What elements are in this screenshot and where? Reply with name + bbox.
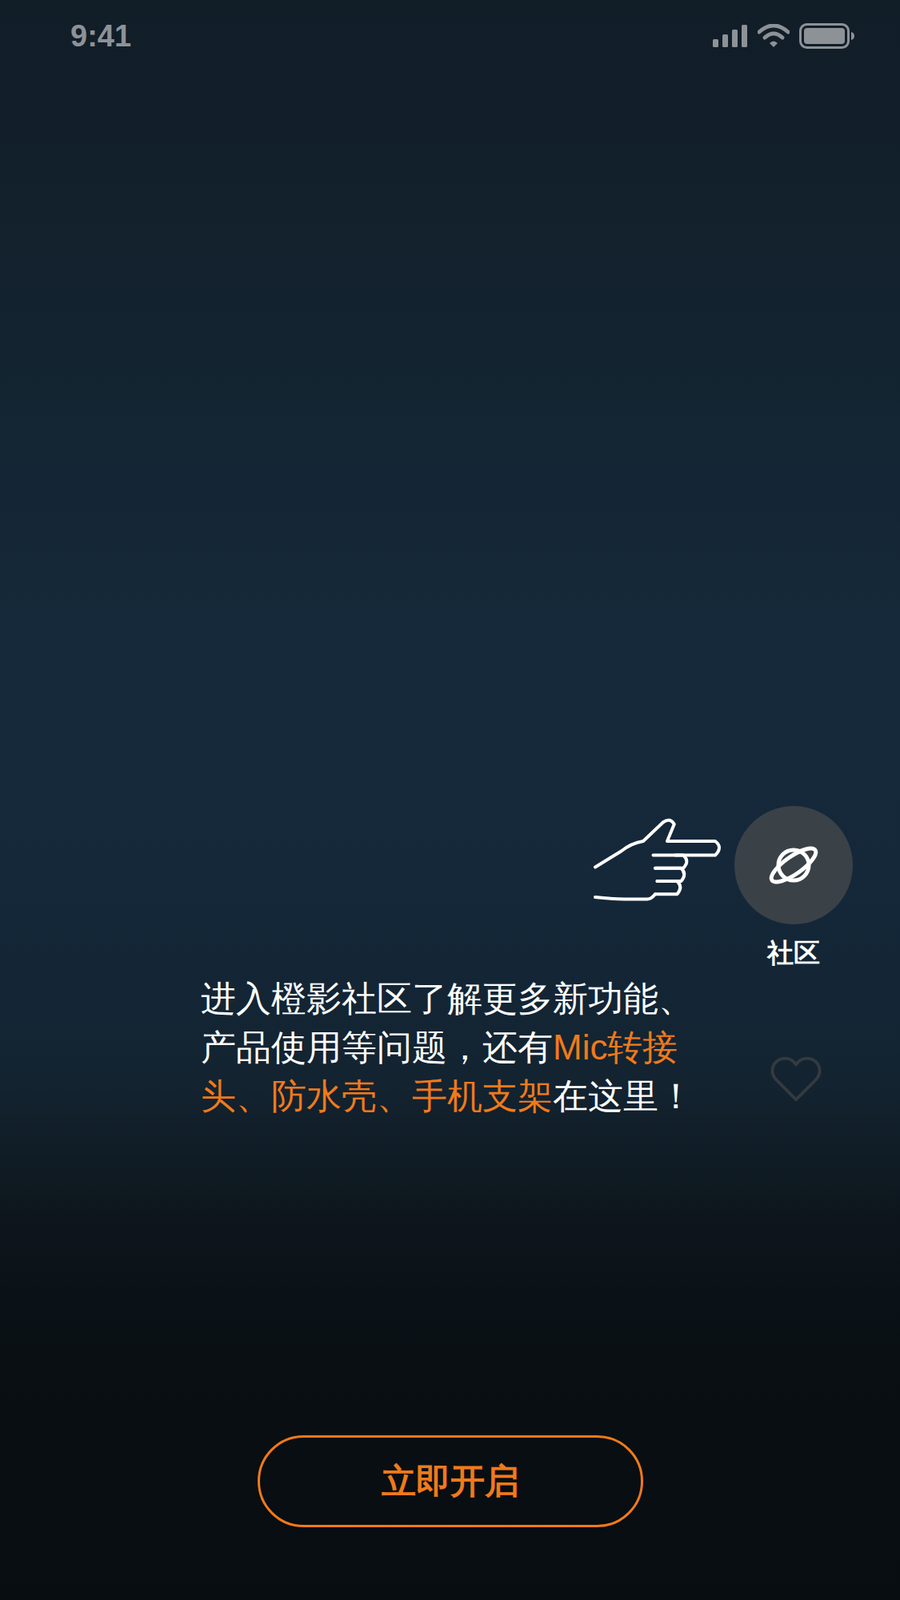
onboarding-screen: 9:41 社区进入橙影社区了解更多新功能、产品使用等问题，还有Mic转接头、防水壳… [0,0,900,1600]
signal-icon [712,24,748,48]
guide-row: 社区 [0,806,900,970]
status-time: 9:41 [70,20,132,52]
status-icons [712,23,856,49]
button-bar: 立即开启 [0,1436,900,1600]
community-label: 社区 [767,937,820,970]
planet-icon [766,838,821,893]
battery-icon [799,23,856,49]
like-button[interactable] [769,1054,823,1104]
wifi-icon [757,24,790,48]
pointing-hand-icon [592,817,727,914]
tip-row: 进入橙影社区了解更多新功能、产品使用等问题，还有Mic转接头、防水壳、手机支架在… [0,974,900,1121]
tip-segment: 在这里！ [552,1076,694,1116]
community-entry[interactable]: 社区 [734,806,853,970]
heart-icon[interactable] [769,1054,823,1104]
tip-text: 进入橙影社区了解更多新功能、产品使用等问题，还有Mic转接头、防水壳、手机支架在… [200,974,713,1121]
status-bar: 9:41 [0,0,900,71]
community-button[interactable] [734,806,853,925]
start-button[interactable]: 立即开启 [257,1436,644,1528]
hand-wrap [592,806,727,925]
